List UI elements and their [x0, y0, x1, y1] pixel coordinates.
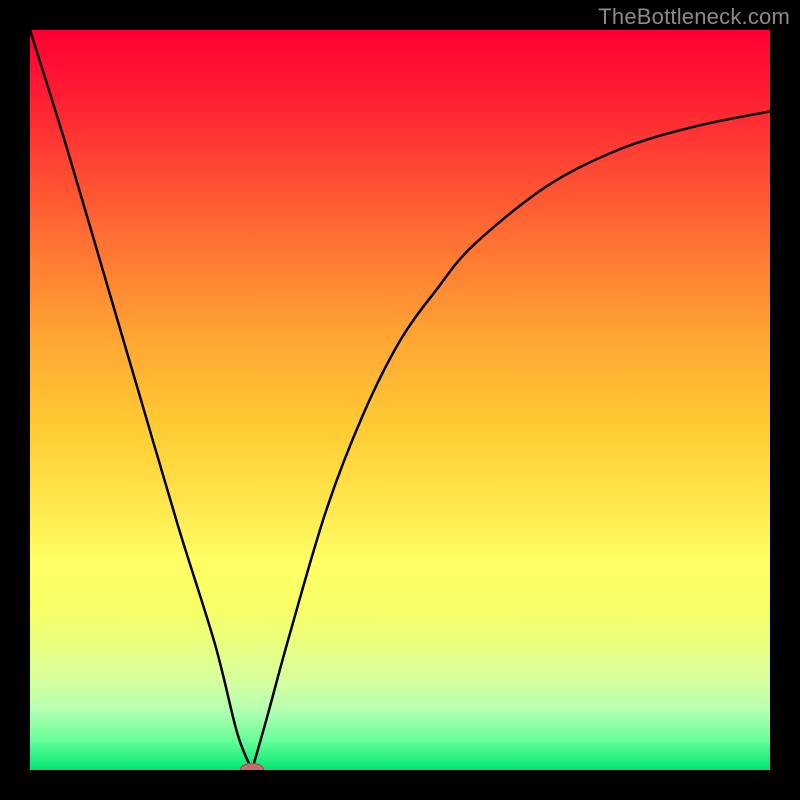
chart-svg	[30, 30, 770, 770]
curve-right-branch	[252, 111, 770, 770]
watermark-text: TheBottleneck.com	[598, 4, 790, 30]
minimum-marker	[240, 763, 264, 770]
chart-plot-area	[30, 30, 770, 770]
curve-left-branch	[30, 30, 252, 770]
chart-frame: TheBottleneck.com	[0, 0, 800, 800]
